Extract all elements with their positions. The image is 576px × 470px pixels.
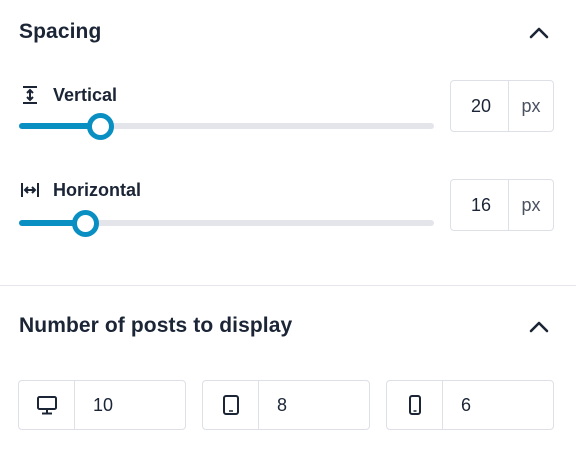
spacing-panel-header[interactable]: Spacing: [0, 12, 576, 52]
horizontal-unit-selector[interactable]: px: [508, 180, 553, 230]
vertical-label-text: Vertical: [53, 84, 118, 105]
spacing-panel-title: Spacing: [19, 20, 102, 43]
tablet-posts-input[interactable]: 8: [259, 381, 369, 429]
posts-collapse-button[interactable]: [524, 312, 554, 342]
horizontal-spacing-slider[interactable]: [19, 209, 434, 237]
horizontal-value-input[interactable]: 16: [451, 180, 508, 230]
vertical-value-input[interactable]: 20: [451, 81, 508, 131]
vertical-unit-selector[interactable]: px: [508, 81, 553, 131]
horizontal-value-field: 16 px: [450, 179, 554, 231]
vertical-spacing-slider[interactable]: [19, 112, 434, 140]
mobile-posts-input[interactable]: 6: [443, 381, 553, 429]
spacing-collapse-button[interactable]: [524, 18, 554, 48]
desktop-icon: [36, 396, 57, 415]
mobile-device-button[interactable]: [387, 381, 443, 429]
tablet-device-button[interactable]: [203, 381, 259, 429]
tablet-icon: [222, 395, 239, 415]
horizontal-label-text: Horizontal: [53, 179, 141, 200]
tablet-posts-field: 8: [202, 380, 370, 430]
posts-panel-title: Number of posts to display: [19, 314, 293, 337]
desktop-device-button[interactable]: [19, 381, 75, 429]
vertical-spacing-icon: [19, 84, 41, 106]
chevron-up-icon: [529, 321, 549, 333]
vertical-control-label: Vertical: [19, 83, 117, 107]
desktop-posts-input[interactable]: 10: [75, 381, 185, 429]
horizontal-spacing-icon: [19, 179, 41, 201]
posts-panel-header[interactable]: Number of posts to display: [0, 306, 576, 346]
slider-thumb[interactable]: [87, 113, 114, 140]
mobile-posts-field: 6: [386, 380, 554, 430]
slider-thumb[interactable]: [72, 210, 99, 237]
vertical-value-field: 20 px: [450, 80, 554, 132]
chevron-up-icon: [529, 27, 549, 39]
mobile-icon: [408, 395, 421, 415]
desktop-posts-field: 10: [18, 380, 186, 430]
horizontal-control-label: Horizontal: [19, 178, 141, 202]
section-divider: [0, 285, 576, 286]
